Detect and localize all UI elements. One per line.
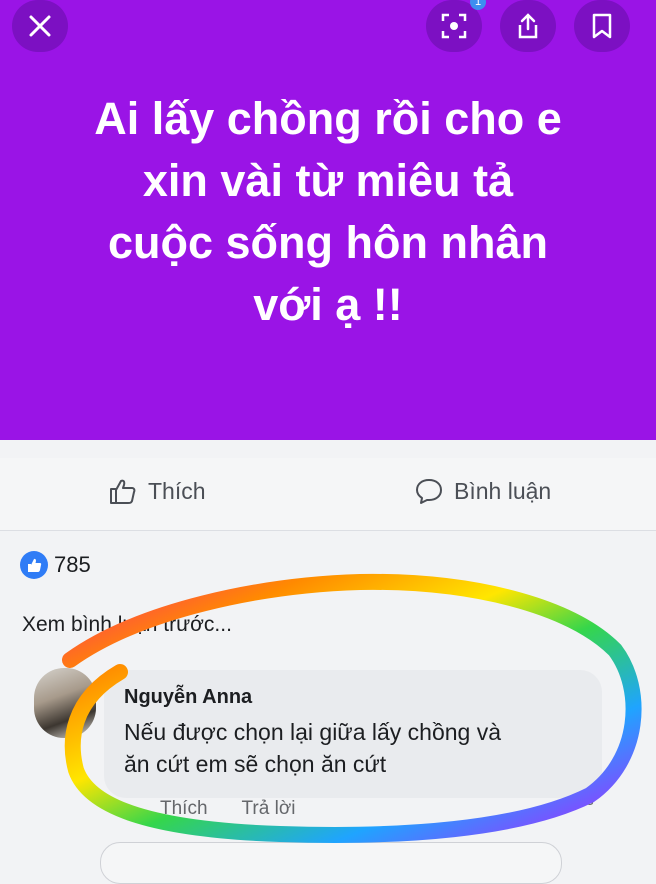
comment-bubble: Nguyễn Anna Nếu được chọn lại giữa lấy c… <box>104 670 602 798</box>
post-text-line: Ai lấy chồng rồi cho e <box>94 93 562 144</box>
comment-like-link[interactable]: Thích <box>160 798 208 820</box>
scan-icon <box>441 13 467 39</box>
post-text-line: xin vài từ miêu tả <box>142 155 514 206</box>
close-button[interactable] <box>12 0 68 52</box>
bookmark-button[interactable] <box>574 0 630 52</box>
post-text-line: với ạ !! <box>253 279 403 330</box>
see-previous-comments-link[interactable]: Xem bình luận trước... <box>22 613 232 637</box>
comment-author[interactable]: Nguyễn Anna <box>124 686 252 709</box>
post-text-line: cuộc sống hôn nhân <box>108 217 548 268</box>
comment-reply-link[interactable]: Trả lời <box>242 798 296 820</box>
share-icon <box>518 13 538 39</box>
thumbs-up-icon <box>110 479 136 504</box>
bookmark-icon <box>592 13 612 39</box>
post-text: Ai lấy chồng rồi cho e xin vài từ miêu t… <box>30 88 626 336</box>
reaction-count: 785 <box>54 552 91 577</box>
like-button[interactable]: Thích <box>108 476 206 506</box>
comment-input[interactable] <box>100 842 562 884</box>
action-bar: Thích Bình luận <box>0 458 656 531</box>
share-button[interactable] <box>500 0 556 52</box>
avatar[interactable] <box>34 668 96 738</box>
like-reaction-icon <box>20 551 48 579</box>
reaction-summary[interactable]: 785 <box>20 551 91 579</box>
comment-icon <box>416 479 442 504</box>
comment-reaction-count: 3 <box>586 792 594 808</box>
like-label: Thích <box>148 477 206 504</box>
close-icon <box>29 15 51 37</box>
comment-actions: Thích Trả lời <box>160 798 296 820</box>
comment-text-line: Nếu được chọn lại giữa lấy chồng và <box>124 719 502 745</box>
comment-text: Nếu được chọn lại giữa lấy chồng và ăn c… <box>124 716 594 780</box>
comment-label: Bình luận <box>454 477 552 504</box>
comment-text-line: ăn cứt em sẽ chọn ăn cứt <box>124 751 387 777</box>
comment-button[interactable]: Bình luận <box>414 476 551 506</box>
